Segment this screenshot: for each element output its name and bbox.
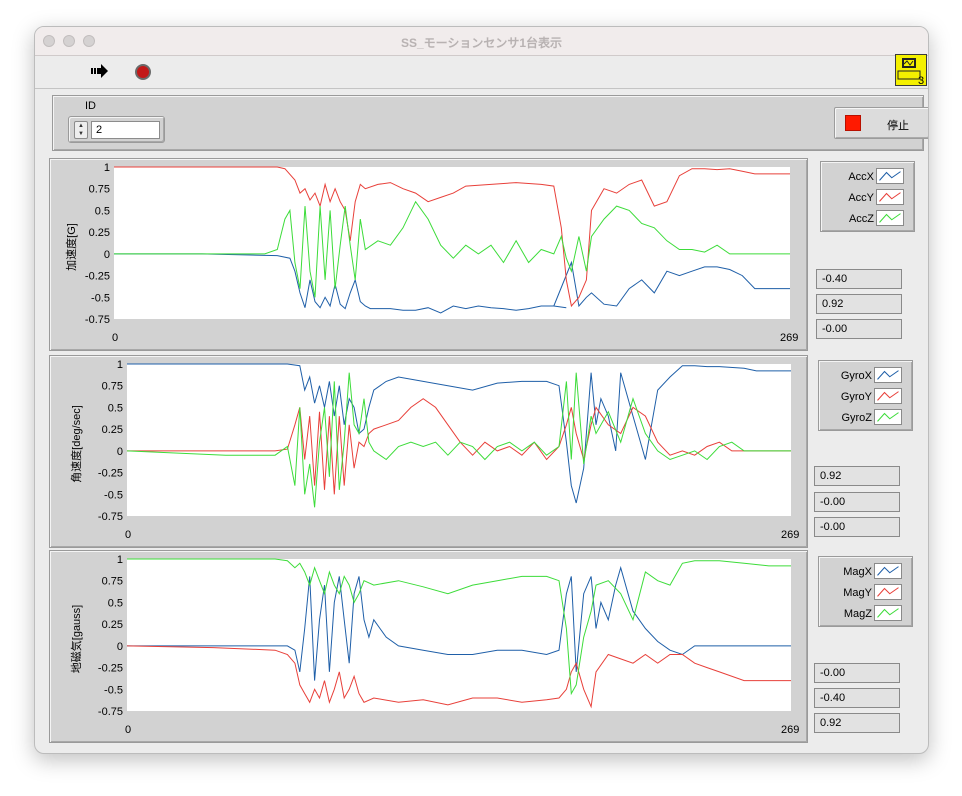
gyroy-value: -0.00 — [814, 492, 900, 512]
gyro-y-tick-label: 0.25 — [102, 424, 123, 436]
accel-y-tick-label: 0.25 — [89, 227, 110, 239]
accel-legend: AccX AccY AccZ — [820, 161, 915, 232]
vi-icon: 3 — [895, 54, 927, 87]
gyro-graph-panel: 角速度[deg/sec] 1 0.75 0.5 0.25 0 -0.25 -0.5 -0.75… — [49, 355, 808, 548]
window-title: SS_モーションセンサ1台表示 — [400, 36, 563, 50]
gyro-y-tick-label: 0 — [117, 446, 123, 458]
gyro-y-tick-label: -0.75 — [98, 511, 123, 523]
accel-y-ticks: 1 0.75 0.5 0.25 0 -0.25 -0.5 -0.75 — [85, 162, 110, 326]
legend-item-accz[interactable]: AccZ — [821, 210, 916, 228]
id-increment-decrement[interactable]: ▲ ▼ — [74, 121, 88, 139]
accel-x-max-label: 269 — [780, 332, 798, 344]
gyro-x-min-label: 0 — [125, 529, 131, 541]
accel-y-tick-label: -0.25 — [85, 271, 110, 283]
accel-plot-area[interactable] — [114, 167, 790, 319]
legend-item-accy[interactable]: AccY — [821, 189, 916, 207]
legend-item-gyroz[interactable]: GyroZ — [819, 409, 914, 427]
gyro-y-tick-label: 0.5 — [108, 402, 123, 414]
id-label: ID — [85, 100, 96, 112]
accel-y-tick-label: 1 — [104, 162, 110, 174]
gyro-y-tick-label: -0.25 — [98, 468, 123, 480]
toolbar — [35, 56, 928, 89]
accel-y-tick-label: -0.5 — [91, 292, 110, 304]
control-panel: ID ▲ ▼ 2 停止 — [52, 95, 928, 151]
mag-y-tick-label: 0.25 — [102, 619, 123, 631]
legend-item-gyrox[interactable]: GyroX — [819, 367, 914, 385]
id-numeric-control: ▲ ▼ 2 — [68, 116, 165, 143]
magx-value: -0.00 — [814, 663, 900, 683]
accel-graph-panel: 加速度[G] 1 0.75 0.5 0.25 0 -0.25 -0.5 -0.75 0 269 — [49, 158, 808, 351]
accy-value: 0.92 — [816, 294, 902, 314]
legend-item-accx[interactable]: AccX — [821, 168, 916, 186]
legend-item-magz[interactable]: MagZ — [819, 605, 914, 623]
gyro-legend: GyroX GyroY GyroZ — [818, 360, 913, 431]
gyroz-value: -0.00 — [814, 517, 900, 537]
gyro-y-tick-label: -0.5 — [104, 489, 123, 501]
mag-y-tick-label: -0.5 — [104, 684, 123, 696]
mag-y-tick-label: 1 — [117, 554, 123, 566]
accel-y-tick-label: 0 — [104, 249, 110, 261]
gyro-chart: 1 0.75 0.5 0.25 0 -0.25 -0.5 -0.75 0 269 — [98, 359, 799, 541]
accx-value: -0.40 — [816, 269, 902, 289]
stop-button-label: 停止 — [887, 120, 909, 132]
title-bar: SS_モーションセンサ1台表示 — [35, 27, 928, 56]
legend-item-gyroy[interactable]: GyroY — [819, 388, 914, 406]
stop-button[interactable]: 停止 — [834, 107, 928, 139]
stop-square-icon — [845, 115, 861, 131]
gyro-y-tick-label: 1 — [117, 359, 123, 371]
accel-x-min-label: 0 — [112, 332, 118, 344]
mag-x-min-label: 0 — [125, 724, 131, 736]
vi-icon-label: 3 — [918, 75, 924, 85]
gyro-y-tick-label: 0.75 — [102, 381, 123, 393]
mag-plot-area[interactable] — [127, 559, 791, 711]
mag-graph-panel: 地磁気[gauss] 1 0.75 0.5 0.25 0 -0.25 -0.5 -0.75 0… — [49, 550, 808, 743]
gyro-x-max-label: 269 — [781, 529, 799, 541]
accel-y-tick-label: 0.75 — [89, 184, 110, 196]
accz-value: -0.00 — [816, 319, 902, 339]
legend-item-magy[interactable]: MagY — [819, 584, 914, 602]
run-arrow-icon[interactable] — [91, 64, 109, 78]
mag-x-max-label: 269 — [781, 724, 799, 736]
id-input[interactable]: 2 — [91, 121, 160, 139]
mag-y-tick-label: 0.5 — [108, 597, 123, 609]
legend-item-magx[interactable]: MagX — [819, 563, 914, 581]
magy-value: -0.40 — [814, 688, 900, 708]
gyro-y-ticks: 1 0.75 0.5 0.25 0 -0.25 -0.5 -0.75 — [98, 359, 123, 523]
app-window: SS_モーションセンサ1台表示 3 ID ▲ ▼ 2 停止 加速度[G] 1 0… — [34, 26, 929, 754]
accel-y-tick-label: 0.5 — [95, 205, 110, 217]
accel-chart: 1 0.75 0.5 0.25 0 -0.25 -0.5 -0.75 0 269 — [85, 162, 798, 344]
mag-legend: MagX MagY MagZ — [818, 556, 913, 627]
mag-y-tick-label: -0.25 — [98, 663, 123, 675]
mag-y-tick-label: 0 — [117, 641, 123, 653]
mag-y-tick-label: -0.75 — [98, 706, 123, 718]
abort-stop-icon[interactable] — [135, 64, 151, 80]
mag-y-ticks: 1 0.75 0.5 0.25 0 -0.25 -0.5 -0.75 — [98, 554, 123, 718]
gyrox-value: 0.92 — [814, 466, 900, 486]
mag-chart: 1 0.75 0.5 0.25 0 -0.25 -0.5 -0.75 0 269 — [98, 554, 799, 736]
magz-value: 0.92 — [814, 713, 900, 733]
accel-y-tick-label: -0.75 — [85, 314, 110, 326]
mag-y-tick-label: 0.75 — [102, 576, 123, 588]
